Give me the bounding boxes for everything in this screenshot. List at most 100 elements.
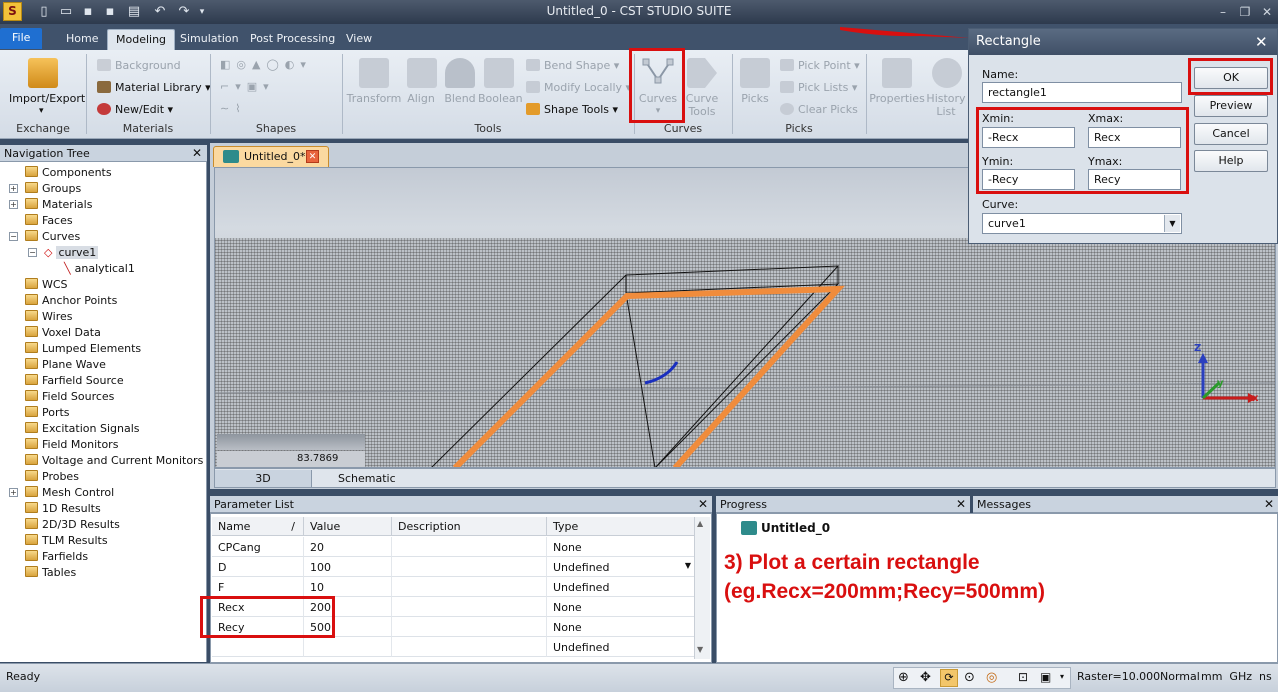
tree-item-curves[interactable]: Curves	[25, 229, 80, 245]
tree-item-tlm-results[interactable]: TLM Results	[25, 533, 108, 549]
view-tab-3d[interactable]: 3D	[215, 470, 312, 487]
nav-close-icon[interactable]: ✕	[192, 146, 202, 160]
tree-item-field-sources[interactable]: Field Sources	[25, 389, 114, 405]
column-header-value[interactable]: Value	[304, 517, 392, 536]
collapse-icon[interactable]: −	[9, 232, 18, 241]
tab-simulation[interactable]: Simulation	[172, 29, 247, 50]
tree-item-groups[interactable]: Groups	[25, 181, 81, 197]
picks-button[interactable]: Picks	[734, 92, 776, 105]
help-button[interactable]: Help	[1194, 150, 1268, 172]
tab-post-processing[interactable]: Post Processing	[242, 29, 343, 50]
pan-icon[interactable]: ✥	[920, 670, 931, 685]
zoom-icon[interactable]: ⊕	[898, 670, 909, 685]
tree-item-components[interactable]: Components	[25, 165, 112, 181]
curve-select[interactable]: curve1 ▼	[982, 213, 1182, 234]
clear-picks-button[interactable]: Clear Picks	[780, 103, 858, 116]
column-header-description[interactable]: Description	[392, 517, 547, 536]
messages-close-icon[interactable]: ✕	[1264, 497, 1274, 511]
param-type-cell[interactable]: Undefined ▼	[547, 557, 698, 577]
curve-tools-button[interactable]: Curve Tools	[682, 92, 722, 118]
pick-lists-button[interactable]: Pick Lists ▾	[780, 81, 857, 94]
rotate-icon[interactable]: ⟳	[940, 669, 958, 687]
tree-item-voltage-current-monitors[interactable]: Voltage and Current Monitors	[25, 453, 203, 469]
param-value-cell[interactable]: 10	[304, 577, 392, 597]
pick-point-button[interactable]: Pick Point ▾	[780, 59, 860, 72]
param-type-cell[interactable]: None	[547, 537, 698, 557]
units-value[interactable]: mm GHz ns K	[1201, 670, 1278, 683]
collapse-icon[interactable]: −	[28, 248, 37, 257]
tree-item-lumped-elements[interactable]: Lumped Elements	[25, 341, 141, 357]
tree-item-wcs[interactable]: WCS	[25, 277, 68, 293]
fit-view-icon[interactable]: ⊡	[1018, 670, 1028, 684]
param-name-cell[interactable]: CPCang	[212, 537, 304, 557]
material-library-button[interactable]: Material Library ▾	[97, 81, 211, 94]
view-tab-schematic[interactable]: Schematic	[328, 470, 406, 487]
param-type-cell[interactable]: None	[547, 617, 698, 637]
parameter-list-close-icon[interactable]: ✕	[698, 497, 708, 511]
properties-button[interactable]: Properties	[868, 92, 926, 105]
tree-item-curve1[interactable]: ◇ curve1	[44, 245, 99, 261]
expand-icon[interactable]: +	[9, 200, 18, 209]
tree-item-field-monitors[interactable]: Field Monitors	[25, 437, 118, 453]
bend-shape-button[interactable]: Bend Shape ▾	[526, 59, 619, 72]
modify-locally-button[interactable]: Modify Locally ▾	[526, 81, 631, 94]
transform-button[interactable]: Transform	[346, 92, 402, 105]
expand-icon[interactable]: +	[9, 488, 18, 497]
param-type-cell[interactable]: Undefined	[547, 577, 698, 597]
close-window-icon[interactable]: ✕	[1258, 4, 1276, 20]
tree-item-faces[interactable]: Faces	[25, 213, 73, 229]
tree-item-anchor-points[interactable]: Anchor Points	[25, 293, 117, 309]
shape-tools-button[interactable]: Shape Tools ▾	[526, 103, 618, 116]
expand-icon[interactable]: +	[9, 184, 18, 193]
tree-item-analytical1[interactable]: ╲ analytical1	[64, 261, 135, 277]
boolean-button[interactable]: Boolean	[478, 92, 523, 105]
dialog-close-icon[interactable]: ✕	[1255, 33, 1268, 51]
tree-item-voxel-data[interactable]: Voxel Data	[25, 325, 101, 341]
scroll-up-icon[interactable]: ▲	[697, 519, 703, 528]
name-field[interactable]: rectangle1	[982, 82, 1182, 103]
tree-item-probes[interactable]: Probes	[25, 469, 79, 485]
view-cube-icon[interactable]: ▣	[1040, 670, 1051, 684]
tree-item-plane-wave[interactable]: Plane Wave	[25, 357, 106, 373]
restore-icon[interactable]: ❐	[1236, 4, 1254, 20]
tree-item-materials[interactable]: Materials	[25, 197, 92, 213]
column-header-type[interactable]: Type	[547, 517, 698, 536]
tree-item-mesh-control[interactable]: Mesh Control	[25, 485, 114, 501]
shape-primitives-row1[interactable]: ◧◎▲◯◐▾	[220, 58, 312, 71]
blend-button[interactable]: Blend	[440, 92, 480, 105]
chevron-down-icon[interactable]: ▼	[1164, 215, 1180, 232]
param-value-cell[interactable]: 100	[304, 557, 392, 577]
tab-modeling[interactable]: Modeling	[107, 29, 176, 50]
type-dropdown-icon[interactable]: ▼	[685, 561, 691, 570]
zoom-region-icon[interactable]: ⊙	[964, 670, 975, 685]
tree-item-tables[interactable]: Tables	[25, 565, 76, 581]
new-edit-material-button[interactable]: New/Edit ▾	[97, 103, 173, 116]
view-menu-icon[interactable]: ▾	[1060, 672, 1064, 681]
param-description-cell[interactable]	[392, 617, 547, 637]
param-type-cell[interactable]: Undefined	[547, 637, 698, 657]
import-export-dropdown-icon[interactable]: ▾	[39, 106, 44, 116]
spin-icon[interactable]: ◎	[986, 670, 997, 685]
tree-item-2d-3d-results[interactable]: 2D/3D Results	[25, 517, 120, 533]
document-tab[interactable]: Untitled_0* ✕	[213, 146, 329, 167]
progress-item[interactable]: Untitled_0	[761, 521, 830, 535]
tree-item-excitation-signals[interactable]: Excitation Signals	[25, 421, 140, 437]
progress-close-icon[interactable]: ✕	[956, 497, 966, 511]
shape-primitives-row2[interactable]: ⌐▾▣▾	[220, 80, 275, 93]
tab-home[interactable]: Home	[58, 29, 106, 50]
background-button[interactable]: Background	[97, 59, 181, 72]
tab-view[interactable]: View	[338, 29, 380, 50]
param-name-cell[interactable]: F	[212, 577, 304, 597]
param-description-cell[interactable]	[392, 577, 547, 597]
param-type-cell[interactable]: None	[547, 597, 698, 617]
cancel-button[interactable]: Cancel	[1194, 123, 1268, 145]
param-description-cell[interactable]	[392, 557, 547, 577]
scroll-down-icon[interactable]: ▼	[697, 645, 703, 654]
tree-item-wires[interactable]: Wires	[25, 309, 72, 325]
tree-item-farfield-source[interactable]: Farfield Source	[25, 373, 124, 389]
param-value-cell[interactable]	[304, 637, 392, 657]
minimize-icon[interactable]: –	[1214, 4, 1232, 20]
import-export-button[interactable]: Import/Export	[9, 92, 85, 105]
tree-item-1d-results[interactable]: 1D Results	[25, 501, 101, 517]
param-description-cell[interactable]	[392, 597, 547, 617]
